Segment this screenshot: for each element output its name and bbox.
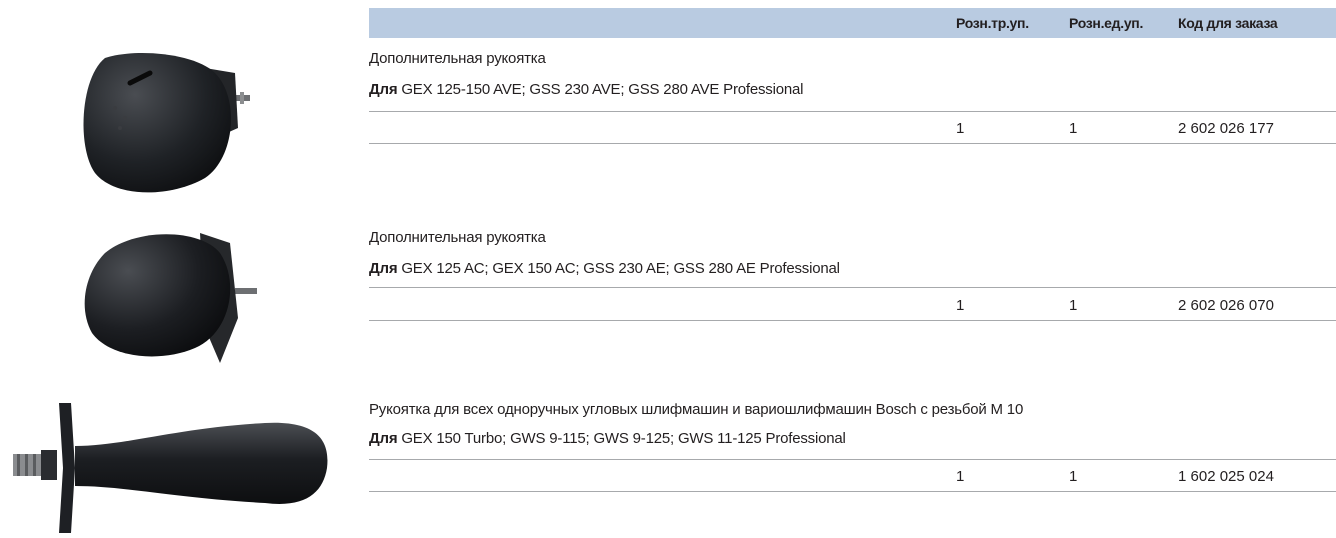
product-image-1 bbox=[83, 53, 250, 193]
retail-pack-value: 1 bbox=[956, 468, 965, 485]
table-header: Розн.тр.уп. Розн.ед.уп. Код для заказа bbox=[369, 8, 1336, 38]
row-divider bbox=[369, 143, 1336, 144]
product-entry-2: Дополнительная рукоятка Для GEX 125 AC; … bbox=[369, 229, 1336, 324]
retail-pack-value: 1 bbox=[956, 297, 965, 314]
row-divider bbox=[369, 111, 1336, 112]
retail-pack-value: 1 bbox=[956, 120, 965, 137]
product-title: Рукоятка для всех одноручных угловых шли… bbox=[369, 401, 1024, 418]
compatibility-models: GEX 150 Turbo; GWS 9-115; GWS 9-125; GWS… bbox=[401, 430, 846, 447]
compatibility-models: GEX 125-150 AVE; GSS 230 AVE; GSS 280 AV… bbox=[401, 81, 804, 98]
header-order-code: Код для заказа bbox=[1178, 15, 1278, 31]
retail-unit-value: 1 bbox=[1069, 297, 1078, 314]
header-retail-unit: Розн.ед.уп. bbox=[1069, 15, 1144, 31]
product-image-2 bbox=[84, 233, 257, 363]
retail-unit-value: 1 bbox=[1069, 468, 1078, 485]
row-divider bbox=[369, 320, 1336, 321]
compatibility-models: GEX 125 AC; GEX 150 AC; GSS 230 AE; GSS … bbox=[401, 260, 840, 277]
product-compatibility: Для GEX 150 Turbo; GWS 9-115; GWS 9-125;… bbox=[369, 430, 846, 447]
header-retail-pack: Розн.тр.уп. bbox=[956, 15, 1029, 31]
row-divider bbox=[369, 287, 1336, 288]
row-divider bbox=[369, 459, 1336, 460]
for-label: Для bbox=[369, 260, 398, 277]
product-compatibility: Для GEX 125-150 AVE; GSS 230 AVE; GSS 28… bbox=[369, 81, 803, 98]
order-code-value: 2 602 026 070 bbox=[1178, 297, 1274, 314]
product-title: Дополнительная рукоятка bbox=[369, 229, 546, 246]
for-label: Для bbox=[369, 81, 398, 98]
for-label: Для bbox=[369, 430, 398, 447]
product-compatibility: Для GEX 125 AC; GEX 150 AC; GSS 230 AE; … bbox=[369, 260, 840, 277]
product-entry-1: Дополнительная рукоятка Для GEX 125-150 … bbox=[369, 50, 1336, 145]
product-title: Дополнительная рукоятка bbox=[369, 50, 546, 67]
product-image-3 bbox=[13, 403, 328, 533]
order-code-value: 1 602 025 024 bbox=[1178, 468, 1274, 485]
row-divider bbox=[369, 491, 1336, 492]
retail-unit-value: 1 bbox=[1069, 120, 1078, 137]
product-entry-3: Рукоятка для всех одноручных угловых шли… bbox=[369, 401, 1336, 496]
order-code-value: 2 602 026 177 bbox=[1178, 120, 1274, 137]
